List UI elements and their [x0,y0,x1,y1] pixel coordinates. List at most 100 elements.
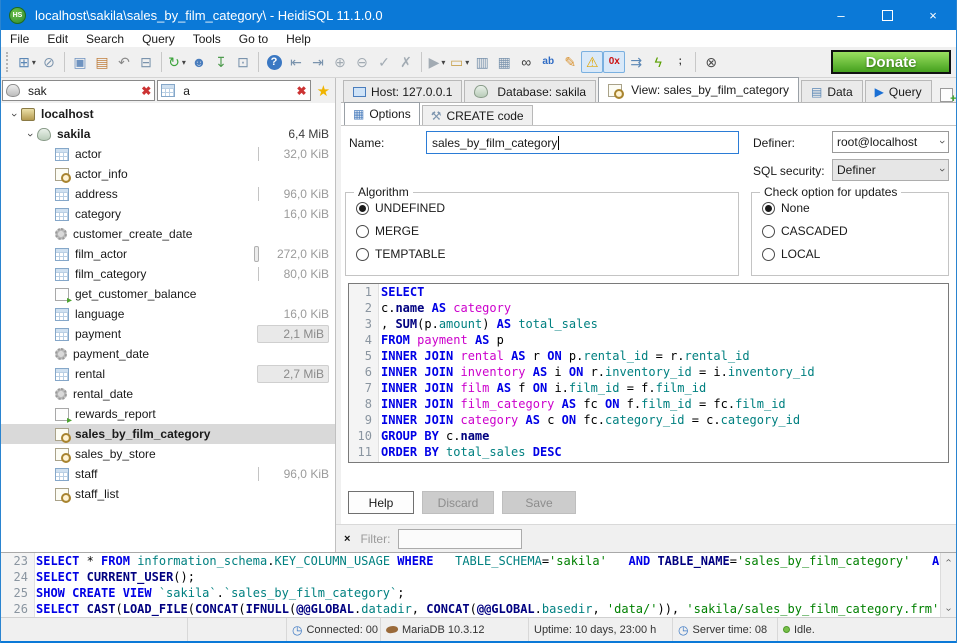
sql-line[interactable]: 9INNER JOIN category AS c ON fc.category… [349,412,948,428]
sql-line[interactable]: 3, SUM(p.amount) AS total_sales [349,316,948,332]
sql-line[interactable]: 7INNER JOIN film AS f ON i.film_id = f.f… [349,380,948,396]
donate-button[interactable]: Donate [831,50,951,74]
delete-row-icon[interactable]: ⊖ [351,51,373,73]
tree-item-rewards_report[interactable]: rewards_report [1,404,335,424]
tree-item-payment[interactable]: payment2,1 MiB [1,324,335,344]
tree-item-language[interactable]: language16,0 KiB [1,304,335,324]
help-button[interactable]: Help [348,491,414,514]
table-filter-input[interactable]: sak ✖ [2,80,155,101]
load-sql-file-icon[interactable]: ▭▾ [448,51,471,73]
tree-item-customer_create_date[interactable]: customer_create_date [1,224,335,244]
tree-item-film_actor[interactable]: film_actor272,0 KiB [1,244,335,264]
radio-merge[interactable]: MERGE [356,223,738,239]
expander-chevron-icon[interactable]: › [7,107,21,121]
dropdown-caret-icon[interactable]: ▾ [465,58,469,67]
tab-host[interactable]: Host: 127.0.0.1 [343,80,462,102]
stop-icon[interactable]: ⊗ [700,51,722,73]
sql-security-dropdown[interactable]: Definer › [832,159,949,181]
tree-item-rental_date[interactable]: rental_date [1,384,335,404]
help-icon[interactable]: ? [263,51,285,73]
run-query-icon[interactable]: ▶▾ [426,51,448,73]
find-text-icon[interactable]: ∞ [515,51,537,73]
disconnect-icon[interactable]: ⊘ [38,51,60,73]
hex-icon[interactable]: 0x [603,51,625,73]
subtab-options[interactable]: ▦ Options [344,102,420,125]
menu-file[interactable]: File [1,32,38,46]
dropdown-caret-icon[interactable]: ▾ [182,58,186,67]
highlight-icon[interactable]: ✎ [559,51,581,73]
minimize-button[interactable]: – [818,0,864,30]
print-icon[interactable]: ⊟ [135,51,157,73]
tree-item-localhost[interactable]: ›localhost [1,104,335,124]
menu-tools[interactable]: Tools [184,32,230,46]
subtab-create-code[interactable]: ⚒ CREATE code [422,105,533,125]
radio-temptable[interactable]: TEMPTABLE [356,246,738,262]
new-query-tab-button[interactable]: + [938,86,956,102]
expander-chevron-icon[interactable]: › [23,127,37,141]
tree-item-sakila[interactable]: ›sakila6,4 MiB [1,124,335,144]
dropdown-caret-icon[interactable]: ▾ [441,58,445,67]
sql-line[interactable]: 23SELECT * FROM information_schema.KEY_C… [1,553,956,569]
save-sql-as-icon[interactable]: ▦ [493,51,515,73]
clear-filter-icon[interactable]: ✖ [141,84,151,98]
copy-icon[interactable]: ▣ [69,51,91,73]
tree-item-film_category[interactable]: film_category80,0 KiB [1,264,335,284]
scroll-down-icon[interactable]: › [941,602,956,617]
first-row-icon[interactable]: ⇤ [285,51,307,73]
menu-search[interactable]: Search [77,32,133,46]
sql-line[interactable]: 4FROM payment AS p [349,332,948,348]
tab-query[interactable]: ▶ Query [865,80,932,102]
save-button[interactable]: Save [502,491,576,514]
definer-combobox[interactable]: root@localhost › [832,131,949,153]
sql-line[interactable]: 24SELECT CURRENT_USER(); [1,569,956,585]
sql-line[interactable]: 5INNER JOIN rental AS r ON p.rental_id =… [349,348,948,364]
refresh-icon[interactable]: ↻▾ [166,51,188,73]
menu-query[interactable]: Query [133,32,184,46]
post-changes-icon[interactable]: ✓ [373,51,395,73]
save-sql-icon[interactable]: ▥ [471,51,493,73]
bind-params-icon[interactable]: ϟ [647,51,669,73]
tab-data[interactable]: ▤ Data [801,80,863,102]
view-select-sql-editor[interactable]: 1SELECT2c.name AS category3, SUM(p.amoun… [348,283,949,463]
save-snippet-icon[interactable]: ⊡ [232,51,254,73]
tree-item-staff_list[interactable]: staff_list [1,484,335,504]
maximize-button[interactable] [864,0,910,30]
close-filter-icon[interactable]: × [344,533,350,545]
log-scrollbar[interactable]: › › [940,553,956,617]
tree-item-sales_by_film_category[interactable]: sales_by_film_category [1,424,335,444]
sql-line[interactable]: 8INNER JOIN film_category AS fc ON f.fil… [349,396,948,412]
clear-filter-icon[interactable]: ✖ [297,84,307,98]
tree-item-rental[interactable]: rental2,7 MiB [1,364,335,384]
tree-item-payment_date[interactable]: payment_date [1,344,335,364]
open-session-icon[interactable]: ⊞▾ [16,51,38,73]
tab-database[interactable]: Database: sakila [464,80,596,102]
discard-button[interactable]: Discard [422,491,494,514]
view-name-input[interactable]: sales_by_film_category [426,131,739,154]
scroll-up-icon[interactable]: › [941,553,956,568]
tree-item-address[interactable]: address96,0 KiB [1,184,335,204]
reformat-icon[interactable]: ⇉ [625,51,647,73]
last-row-icon[interactable]: ⇥ [307,51,329,73]
close-button[interactable]: × [910,0,956,30]
tree-item-actor_info[interactable]: actor_info [1,164,335,184]
radio-cascaded[interactable]: CASCADED [762,223,948,239]
tree-item-category[interactable]: category16,0 KiB [1,204,335,224]
tree-item-sales_by_store[interactable]: sales_by_store [1,444,335,464]
radio-undefined[interactable]: UNDEFINED [356,200,738,216]
sql-line[interactable]: 26SELECT CAST(LOAD_FILE(CONCAT(IFNULL(@@… [1,601,956,617]
sql-line[interactable]: 10GROUP BY c.name [349,428,948,444]
tab-view[interactable]: View: sales_by_film_category [598,77,799,102]
sql-line[interactable]: 11ORDER BY total_sales DESC [349,444,948,460]
menu-edit[interactable]: Edit [38,32,77,46]
tree-item-get_customer_balance[interactable]: get_customer_balance [1,284,335,304]
tree-item-staff[interactable]: staff96,0 KiB [1,464,335,484]
sql-line[interactable]: 1SELECT [349,284,948,300]
replace-text-icon[interactable]: ab [537,51,559,73]
export-database-icon[interactable]: ↧ [210,51,232,73]
radio-local[interactable]: LOCAL [762,246,948,262]
dropdown-caret-icon[interactable]: ▾ [32,58,36,67]
menu-help[interactable]: Help [277,32,320,46]
warning-icon[interactable]: ⚠ [581,51,603,73]
semicolon-icon[interactable]: ; [669,51,691,73]
tree-item-actor[interactable]: actor32,0 KiB [1,144,335,164]
